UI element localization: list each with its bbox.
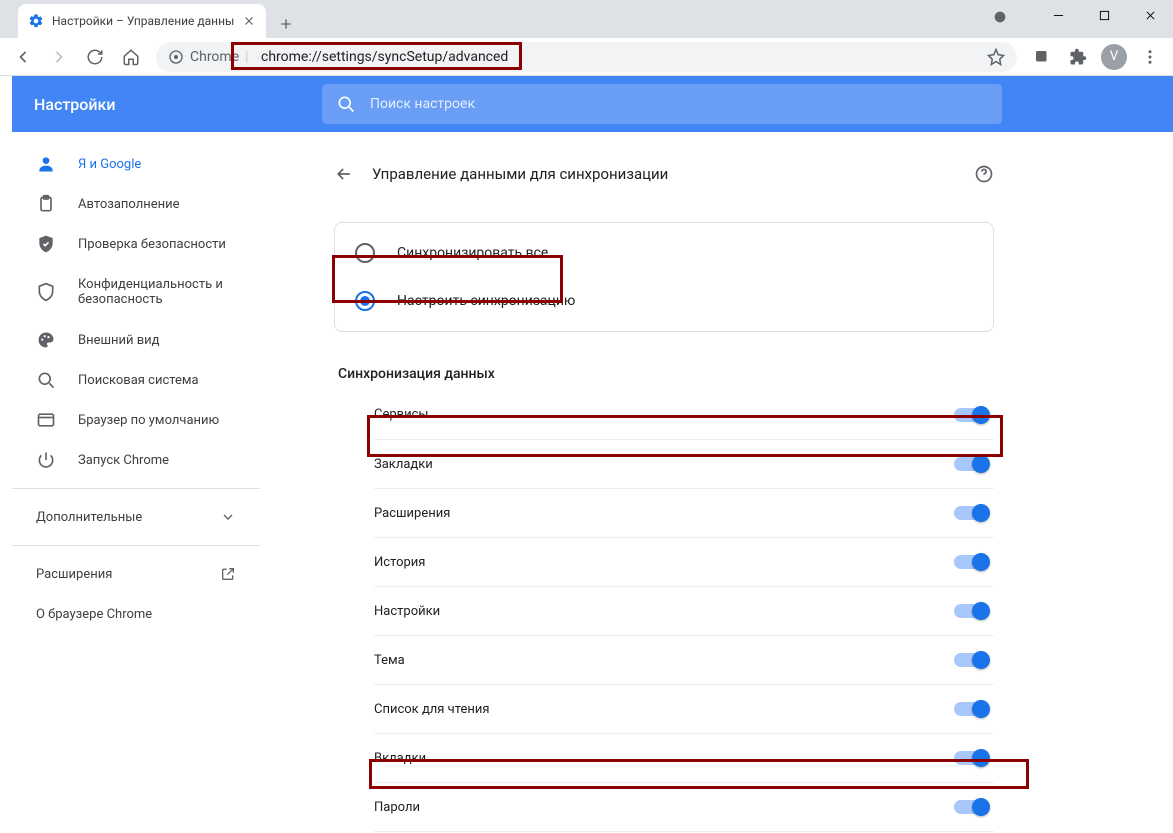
settings-title: Настройки (12, 95, 322, 114)
toggle-switch[interactable] (954, 604, 988, 618)
sync-item-label: Настройки (374, 604, 954, 619)
sync-row: Вкладки (374, 733, 994, 782)
section-label: Синхронизация данных (338, 366, 994, 382)
sidebar-item[interactable]: Конфиденциальность и безопасность (12, 264, 260, 320)
sync-row: Расширения (374, 488, 994, 537)
toggle-switch[interactable] (954, 555, 988, 569)
browser-tab[interactable]: Настройки – Управление данны (18, 4, 266, 38)
toggle-switch[interactable] (954, 457, 988, 471)
sync-item-label: Тема (374, 653, 954, 668)
sync-mode-card: Синхронизировать все Настроить синхрониз… (334, 222, 994, 332)
window-close[interactable] (1127, 0, 1173, 30)
sync-row: Сервисы (374, 390, 994, 439)
home-button[interactable] (114, 40, 148, 74)
gear-icon (28, 13, 44, 29)
sync-item-label: Пароли (374, 800, 954, 815)
sync-item-label: Расширения (374, 506, 954, 521)
bookmark-star-icon[interactable] (987, 48, 1005, 66)
toggle-switch[interactable] (954, 653, 988, 667)
omnibox[interactable]: Chrome | chrome://settings/syncSetup/adv… (156, 42, 1017, 72)
window-controls (983, 0, 1173, 38)
sidebar-item-label: Поисковая система (78, 373, 199, 388)
omnibox-url: chrome://settings/syncSetup/advanced (261, 49, 508, 65)
sync-item-label: История (374, 555, 954, 570)
search-icon (36, 370, 56, 390)
forward-button[interactable] (42, 40, 76, 74)
back-arrow-icon[interactable] (334, 164, 354, 184)
external-link-icon (220, 566, 236, 582)
menu-button[interactable] (1133, 40, 1167, 74)
sidebar-item[interactable]: Автозаполнение (12, 184, 260, 224)
panel-header: Управление данными для синхронизации (334, 150, 994, 198)
sync-item-label: Закладки (374, 457, 954, 472)
radio-sync-custom[interactable]: Настроить синхронизацию (355, 277, 973, 325)
radio-icon (355, 243, 375, 263)
settings-main: Управление данными для синхронизации Син… (260, 132, 1173, 833)
sidebar-item-label: Внешний вид (78, 333, 160, 348)
sidebar-item[interactable]: Внешний вид (12, 320, 260, 360)
toggle-switch[interactable] (954, 751, 988, 765)
sidebar-item-label: Конфиденциальность и безопасность (78, 277, 236, 307)
toggle-switch[interactable] (954, 800, 988, 814)
clipboard-icon (36, 194, 56, 214)
sidebar-item[interactable]: Запуск Chrome (12, 440, 260, 480)
sidebar-item[interactable]: Проверка безопасности (12, 224, 260, 264)
sidebar-item[interactable]: Я и Google (12, 144, 260, 184)
sync-row: Настройки (374, 586, 994, 635)
sidebar-item-label: Запуск Chrome (78, 453, 169, 468)
back-button[interactable] (6, 40, 40, 74)
sidebar-item-label: Браузер по умолчанию (78, 413, 219, 428)
settings-sidebar: Я и Google Автозаполнение Проверка безопас… (12, 132, 260, 833)
person-icon (36, 154, 56, 174)
search-icon (336, 94, 356, 114)
profile-avatar[interactable]: V (1097, 40, 1131, 74)
puzzle-icon[interactable] (1061, 40, 1095, 74)
sync-row: Список для чтения (374, 684, 994, 733)
tab-title: Настройки – Управление данны (52, 14, 234, 28)
sync-row: Тема (374, 635, 994, 684)
window-minimize[interactable] (1035, 0, 1081, 30)
browser-icon (36, 410, 56, 430)
sync-item-label: Список для чтения (374, 702, 954, 717)
toggle-switch[interactable] (954, 408, 988, 422)
browser-toolbar: Chrome | chrome://settings/syncSetup/adv… (0, 38, 1173, 76)
sync-row: Пароли (374, 782, 994, 831)
extension-button[interactable] (1025, 40, 1059, 74)
radio-checked-icon (355, 291, 375, 311)
reload-button[interactable] (78, 40, 112, 74)
radio-sync-all[interactable]: Синхронизировать все (355, 229, 973, 277)
shield-icon (36, 282, 56, 302)
sync-item-label: Сервисы (374, 407, 954, 422)
sidebar-item[interactable]: Браузер по умолчанию (12, 400, 260, 440)
power-icon (36, 450, 56, 470)
omnibox-prefix: Chrome | (168, 42, 249, 72)
sidebar-item-label: Я и Google (78, 157, 141, 172)
settings-header: Настройки (12, 76, 1173, 132)
chevron-down-icon (220, 509, 236, 525)
sync-row: История (374, 537, 994, 586)
close-icon[interactable] (242, 14, 256, 28)
sync-row: Закладки (374, 439, 994, 488)
settings-search-input[interactable] (370, 96, 988, 112)
panel-title: Управление данными для синхронизации (372, 165, 956, 183)
settings-app: Настройки Я и Google Автозаполнение Провер… (12, 76, 1173, 833)
browser-titlebar: Настройки – Управление данны (0, 0, 1173, 38)
help-icon[interactable] (974, 164, 994, 184)
sidebar-extensions[interactable]: Расширения (12, 554, 260, 594)
sidebar-item[interactable]: Поисковая система (12, 360, 260, 400)
window-maximize[interactable] (1081, 0, 1127, 30)
sync-list: Сервисы Закладки Расширения История Настройк… (334, 390, 994, 833)
sync-item-label: Вкладки (374, 751, 954, 766)
sidebar-advanced[interactable]: Дополнительные (12, 497, 260, 537)
sidebar-about[interactable]: О браузере Chrome (12, 594, 260, 634)
settings-search[interactable] (322, 84, 1002, 124)
sidebar-item-label: Автозаполнение (78, 197, 180, 212)
new-tab-button[interactable] (272, 10, 300, 38)
sidebar-item-label: Проверка безопасности (78, 237, 226, 252)
profile-switcher-icon[interactable] (983, 0, 1017, 34)
toggle-switch[interactable] (954, 702, 988, 716)
palette-icon (36, 330, 56, 350)
toggle-switch[interactable] (954, 506, 988, 520)
shield-check-icon (36, 234, 56, 254)
